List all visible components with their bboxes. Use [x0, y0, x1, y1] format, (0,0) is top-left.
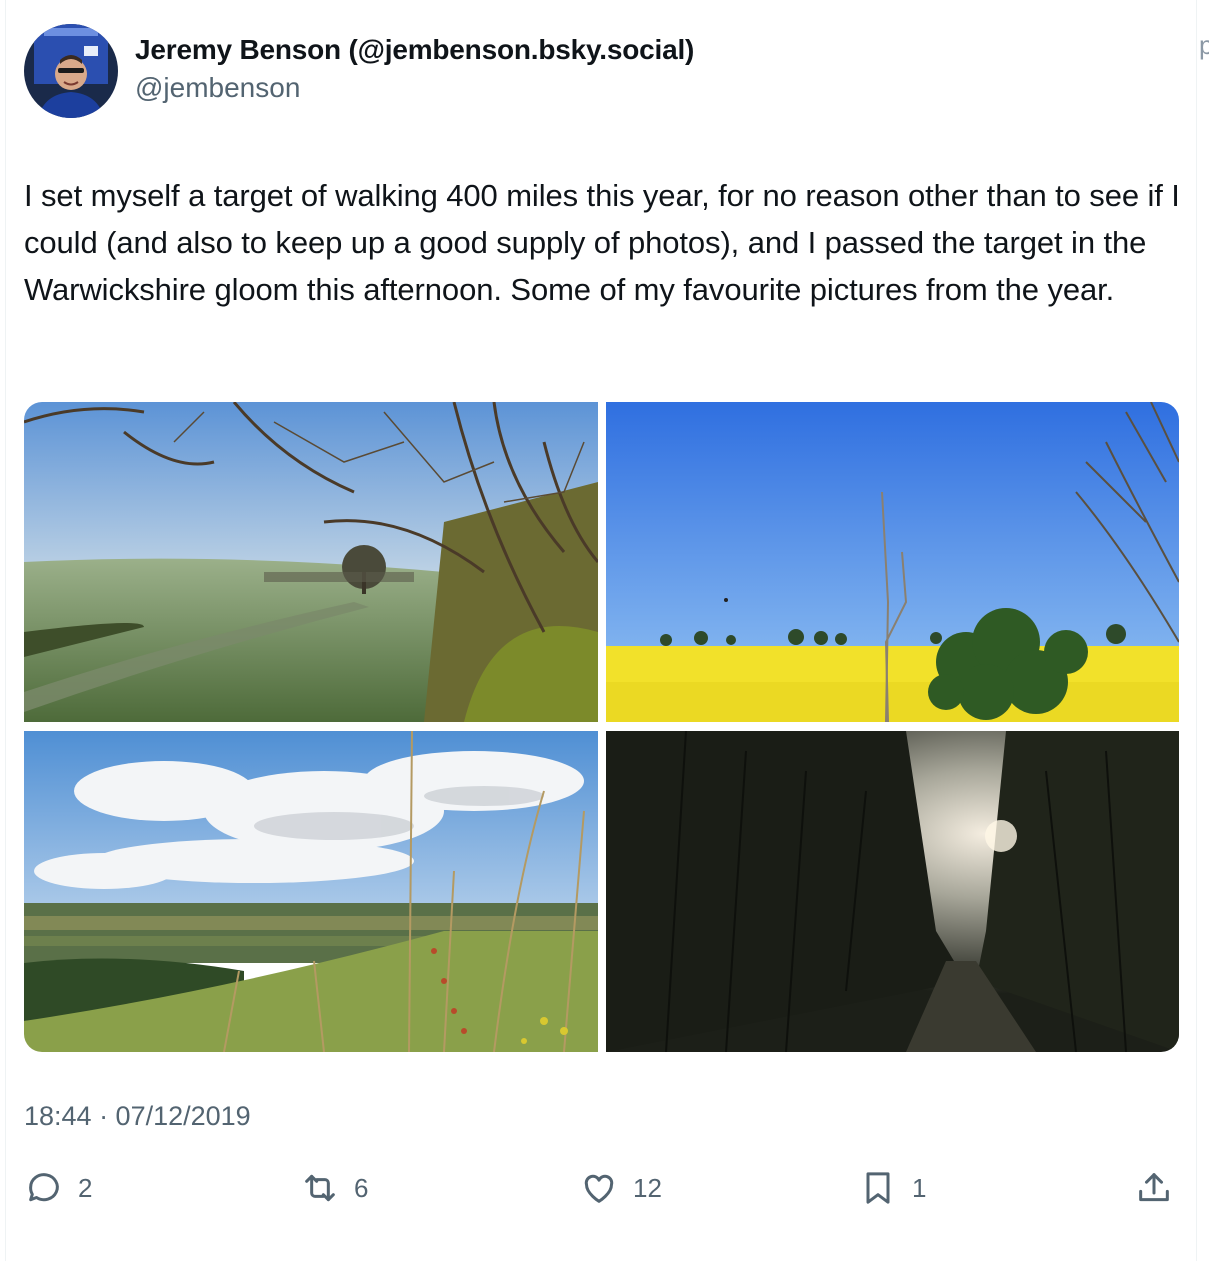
right-divider — [1196, 0, 1197, 1261]
author-handle[interactable]: @jembenson — [135, 72, 300, 104]
repost-button[interactable]: 6 — [300, 1168, 368, 1208]
like-count: 12 — [633, 1172, 662, 1203]
offscreen-content-fragment: p — [1199, 30, 1209, 60]
repost-count: 6 — [354, 1172, 369, 1203]
heart-icon — [584, 1174, 614, 1203]
photo-cloudy-valley[interactable] — [24, 731, 598, 1052]
bookmark-icon — [866, 1172, 890, 1204]
photo-frosty-field[interactable] — [24, 402, 598, 722]
reply-count: 2 — [78, 1172, 93, 1203]
post-text: I set myself a target of walking 400 mil… — [24, 178, 1180, 307]
left-divider — [5, 0, 6, 1261]
bookmark-button[interactable]: 1 — [858, 1168, 926, 1208]
speech-bubble-icon — [29, 1173, 59, 1202]
share-upload-icon — [1139, 1173, 1169, 1202]
avatar[interactable] — [24, 24, 118, 118]
like-button[interactable]: 12 — [579, 1168, 662, 1208]
author-name[interactable]: Jeremy Benson (@jembenson.bsky.social) — [135, 34, 694, 66]
repost-arrows-icon — [305, 1174, 335, 1202]
share-button[interactable] — [1134, 1168, 1174, 1208]
photo-misty-lane[interactable] — [606, 731, 1179, 1052]
photo-rapeseed-field[interactable] — [606, 402, 1179, 722]
post-page: p Jeremy Benson (@jembenson.bsky.social)… — [0, 0, 1209, 1261]
bookmark-count: 1 — [912, 1172, 927, 1203]
post-timestamp[interactable]: 18:44 · 07/12/2019 — [24, 1101, 251, 1132]
photo-grid — [24, 402, 1179, 1052]
reply-button[interactable]: 2 — [24, 1168, 92, 1208]
